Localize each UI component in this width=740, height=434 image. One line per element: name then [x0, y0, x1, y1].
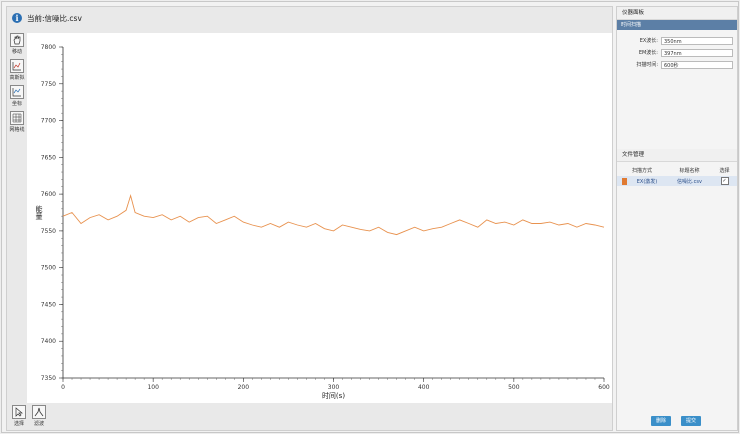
y-tick-label: 7800	[41, 44, 56, 51]
tool-grid[interactable]: 网格线	[9, 111, 25, 133]
line-chart: 7350 7400 7450 7500 7550 7600 7650 7700 7750 7800…	[35, 44, 610, 400]
y-tick-label: 7450	[41, 301, 56, 308]
tool-select-label: 选择	[13, 421, 24, 427]
y-tick-label: 7600	[41, 191, 56, 198]
x-tick-label: 200	[238, 384, 250, 391]
file-table-header: 扫描方式 标题名称 选择	[617, 166, 737, 176]
field-ex-input[interactable]: 350nm	[661, 36, 733, 45]
params-section-title: 仪器面板	[617, 7, 737, 20]
side-panel: 仪器面板 时间扫描 EX波长: 350nm EM波长: 397nm 扫描时间: …	[616, 6, 738, 431]
bottom-toolbar: 选择 滤波	[11, 405, 47, 431]
x-tick-label: 400	[418, 384, 430, 391]
tool-axis-label: 坐标	[11, 101, 22, 107]
field-ex-label: EX波长:	[639, 38, 658, 44]
y-tick-label: 7550	[41, 228, 56, 235]
tool-filter-label: 滤波	[33, 421, 44, 427]
file-row[interactable]: EX(激发) 信噪比.csv ✓	[617, 176, 737, 186]
x-tick-label: 0	[61, 384, 65, 391]
current-file-title: 当前:信噪比.csv	[27, 13, 82, 23]
tool-gauss-fit-label: 高斯拟	[9, 75, 25, 81]
y-tick-label: 7350	[41, 375, 56, 382]
y-axis-label: 能量	[35, 205, 43, 220]
field-em-input[interactable]: 397nm	[661, 48, 733, 57]
info-icon[interactable]: i	[12, 13, 22, 23]
params-subtitle: 时间扫描	[617, 20, 737, 30]
col-title-name: 标题名称	[679, 168, 700, 174]
x-axis-label: 时间(s)	[322, 391, 345, 400]
axis-icon	[10, 85, 24, 99]
y-tick-label: 7650	[41, 154, 56, 161]
files-section-title: 文件管理	[617, 149, 737, 162]
tool-move-label: 移动	[11, 49, 22, 55]
params-fields: EX波长: 350nm EM波长: 397nm 扫描时间: 600秒	[617, 30, 737, 69]
tool-move[interactable]: 移动	[9, 33, 25, 55]
field-em-label: EM波长:	[638, 50, 658, 56]
left-toolbar: 移动 高斯拟 坐标 网格线	[9, 33, 25, 137]
x-tick-label: 500	[508, 384, 520, 391]
title-bar: i 当前:信噪比.csv	[7, 7, 612, 29]
select-icon	[12, 405, 26, 419]
file-name: 信噪比.csv	[677, 178, 702, 185]
y-tick-label: 7400	[41, 338, 56, 345]
y-tick-label: 7500	[41, 265, 56, 272]
delete-button[interactable]: 删除	[651, 416, 671, 426]
tool-filter[interactable]: 滤波	[31, 405, 47, 427]
y-tick-label: 7750	[41, 81, 56, 88]
chart-fit-icon	[10, 59, 24, 73]
field-em-wavelength: EM波长: 397nm	[617, 48, 737, 57]
col-scan-mode: 扫描方式	[631, 168, 652, 174]
tool-grid-label: 网格线	[9, 127, 25, 133]
plot-area[interactable]: 7350 7400 7450 7500 7550 7600 7650 7700 7750 7800…	[27, 33, 612, 403]
x-tick-label: 300	[328, 384, 340, 391]
x-tick-label: 600	[598, 384, 610, 391]
field-scan-time-input[interactable]: 600秒	[661, 60, 733, 69]
file-section: 文件管理 扫描方式 标题名称 选择 EX(激发) 信噪比.csv ✓	[617, 149, 737, 186]
peak-icon	[32, 405, 46, 419]
tool-gauss-fit[interactable]: 高斯拟	[9, 59, 25, 81]
file-select-checkbox[interactable]: ✓	[720, 177, 729, 185]
chart-panel: i 当前:信噪比.csv 移动 高斯拟 坐标 网格线 7350 7400 745…	[6, 6, 613, 431]
tool-select[interactable]: 选择	[11, 405, 27, 427]
tool-axis[interactable]: 坐标	[9, 85, 25, 107]
col-select: 选择	[719, 168, 730, 174]
submit-button[interactable]: 提交	[681, 416, 701, 426]
hand-icon	[10, 33, 24, 47]
y-tick-label: 7700	[41, 118, 56, 125]
field-ex-wavelength: EX波长: 350nm	[617, 36, 737, 45]
grid-icon	[10, 111, 24, 125]
series-line	[62, 193, 605, 236]
file-mode: EX(激发)	[636, 178, 658, 185]
x-tick-label: 100	[147, 384, 159, 391]
field-scan-time: 扫描时间: 600秒	[617, 60, 737, 69]
app-window: i 当前:信噪比.csv 移动 高斯拟 坐标 网格线 7350 7400 745…	[1, 1, 739, 433]
field-scan-time-label: 扫描时间:	[636, 62, 658, 68]
